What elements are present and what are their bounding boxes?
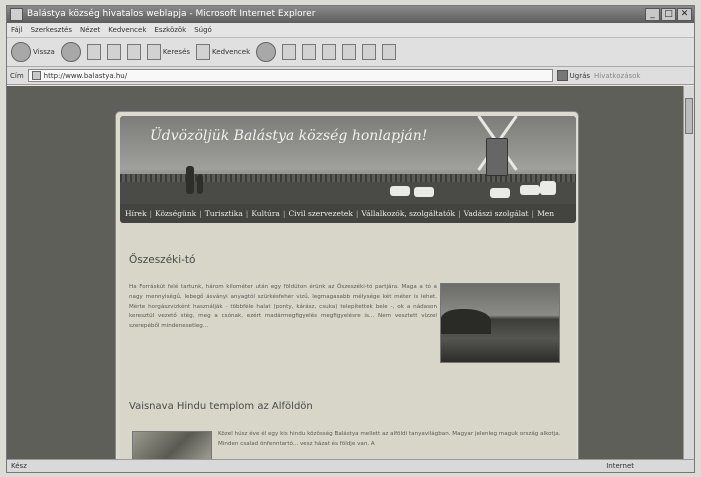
address-label: Cím [10,71,24,80]
website-page: Üdvözöljük Balástya község honlapján! Hí… [115,111,579,461]
nav-item-vadaszi[interactable]: Vadászi szolgálat [461,209,532,218]
cattle [520,185,540,195]
window-title: Balástya község hivatalos weblapja - Mic… [27,9,316,19]
stop-icon[interactable] [86,44,101,60]
menu-file[interactable]: Fájl [11,23,23,37]
print-icon[interactable] [302,44,317,60]
nav-item-kozsegunk[interactable]: Községünk [152,209,199,218]
minimize-button[interactable]: _ [645,8,660,21]
status-text: Kész [11,462,27,470]
mail-icon[interactable] [282,44,297,60]
page-viewport: Üdvözöljük Balástya község honlapján! Hí… [7,86,685,461]
child-figure [197,174,203,194]
search-icon [146,44,161,60]
address-url: http://www.balastya.hu/ [43,71,128,80]
cattle [490,188,510,198]
address-bar: Cím http://www.balastya.hu/ Ugrás Hivatk… [7,67,694,85]
internet-zone: Internet [606,462,634,470]
article-text: Ha Forráskút felé tartunk, három kilomét… [129,284,437,330]
star-icon [196,44,211,60]
nav-item-more[interactable]: Men [534,209,557,218]
nav-item-civil[interactable]: Civil szervezetek [285,209,355,218]
ie-icon [10,8,23,21]
cattle [540,181,556,195]
forward-button[interactable] [60,42,81,62]
nav-item-vallalkozok[interactable]: Vállalkozók, szolgáltatók [358,209,458,218]
article-title[interactable]: Őszeszéki-tó [129,254,195,266]
page-icon [31,71,41,80]
edit-icon[interactable] [322,44,337,60]
menu-tools[interactable]: Eszközök [154,23,186,37]
scroll-thumb[interactable] [685,98,693,134]
go-arrow-icon [556,70,568,81]
windmill [486,138,508,176]
temple-photo[interactable] [132,431,212,461]
cattle [414,187,434,197]
address-input[interactable]: http://www.balastya.hu/ [27,69,553,82]
vertical-scrollbar[interactable] [683,86,694,461]
person-figure [186,166,194,194]
bluetooth-icon[interactable] [362,44,377,60]
search-button[interactable]: Keresés [146,44,190,60]
toolbar: Vissza Keresés Kedvencek [7,37,694,67]
menu-bar: Fájl Szerkesztés Nézet Kedvencek Eszközö… [7,23,694,37]
main-content: Őszeszéki-tó Ha Forráskút felé tartunk, … [120,223,576,461]
refresh-icon[interactable] [106,44,121,60]
history-icon[interactable] [256,42,277,62]
menu-help[interactable]: Súgó [194,23,212,37]
nav-item-turisztika[interactable]: Turisztika [202,209,246,218]
back-arrow-icon [11,42,31,62]
messenger-icon[interactable] [382,44,397,60]
status-bar: Kész Internet [7,459,694,472]
menu-favorites[interactable]: Kedvencek [108,23,146,37]
close-button[interactable]: ✕ [677,8,692,21]
cattle [390,186,410,196]
lake-photo[interactable] [440,283,560,363]
links-label[interactable]: Hivatkozások [594,72,640,80]
site-nav: Hírek | Községünk | Turisztika | Kultúra | C… [120,204,576,223]
nav-item-kultura[interactable]: Kultúra [248,209,283,218]
go-button[interactable]: Ugrás [556,70,590,81]
article-text: Közel húsz éve él egy kis hindu közösség… [218,431,561,447]
site-title: Üdvözöljük Balástya község honlapján! [150,128,428,144]
menu-edit[interactable]: Szerkesztés [31,23,72,37]
title-bar: Balástya község hivatalos weblapja - Mic… [7,6,694,23]
nav-item-hirek[interactable]: Hírek [122,209,150,218]
menu-view[interactable]: Nézet [80,23,100,37]
back-button[interactable]: Vissza [11,42,55,62]
favorites-button[interactable]: Kedvencek [196,44,250,60]
header-banner: Üdvözöljük Balástya község honlapján! Hí… [120,116,576,223]
maximize-button[interactable]: □ [661,8,676,21]
home-icon[interactable] [126,44,141,60]
article-title[interactable]: Vaisnava Hindu templom az Alföldön [129,401,313,412]
browser-window: Balástya község hivatalos weblapja - Mic… [6,5,695,473]
discuss-icon[interactable] [342,44,357,60]
